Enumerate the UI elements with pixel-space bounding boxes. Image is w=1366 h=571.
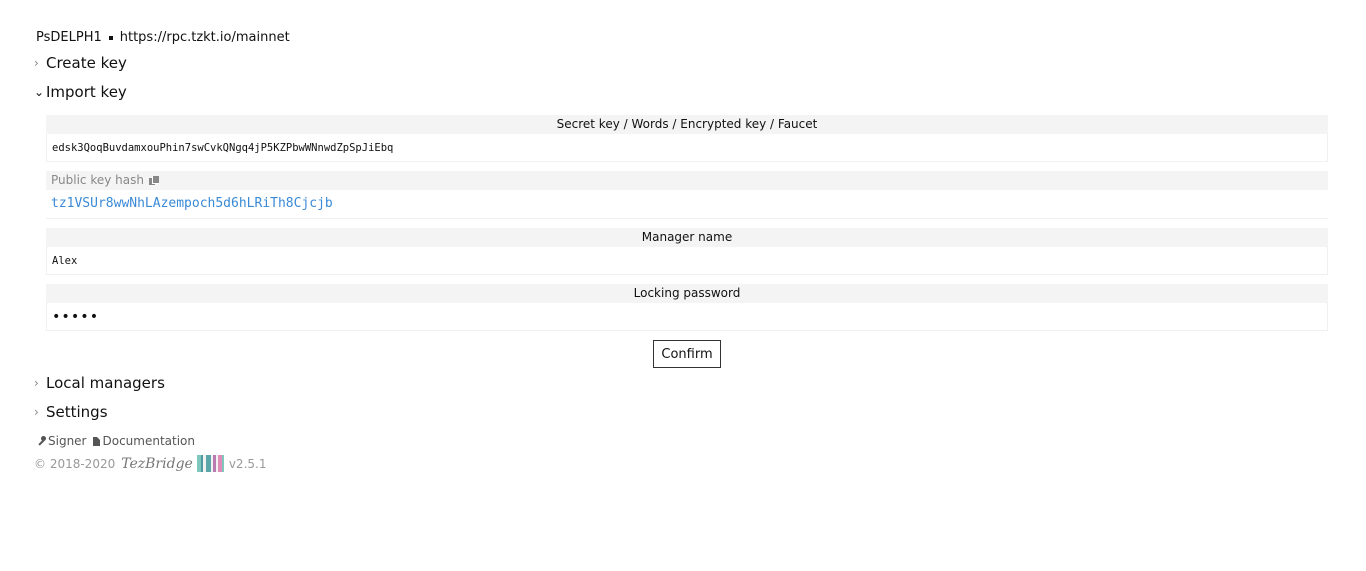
section-settings[interactable]: › Settings bbox=[34, 403, 108, 421]
section-create-key[interactable]: › Create key bbox=[34, 54, 127, 72]
chevron-right-icon: › bbox=[34, 376, 39, 390]
section-local-managers-title: Local managers bbox=[46, 374, 165, 392]
tezbridge-page: PsDELPH1 https://rpc.tzkt.io/mainnet › C… bbox=[0, 0, 1366, 571]
copyright-text: © 2018-2020 bbox=[34, 456, 116, 471]
manager-name-label: Manager name bbox=[46, 228, 1328, 247]
locking-password-input[interactable] bbox=[46, 303, 1328, 331]
copyright-line: © 2018-2020 TezBridge v2.5.1 bbox=[34, 455, 266, 472]
secret-key-label: Secret key / Words / Encrypted key / Fau… bbox=[46, 115, 1328, 134]
secret-key-field: Secret key / Words / Encrypted key / Fau… bbox=[46, 115, 1328, 162]
section-settings-title: Settings bbox=[46, 403, 108, 421]
documentation-link-label: Documentation bbox=[102, 434, 196, 448]
manager-name-field: Manager name bbox=[46, 228, 1328, 275]
chevron-right-icon: › bbox=[34, 56, 39, 70]
file-icon bbox=[92, 436, 100, 446]
rpc-url: https://rpc.tzkt.io/mainnet bbox=[119, 30, 290, 45]
public-key-hash-label-row: Public key hash bbox=[46, 171, 1328, 190]
signer-link[interactable]: Signer bbox=[36, 434, 87, 448]
public-key-hash-field: Public key hash tz1VSUr8wwNhLAzempoch5d6… bbox=[46, 171, 1328, 219]
chevron-down-icon: ⌄ bbox=[34, 85, 45, 99]
chevron-right-icon: › bbox=[34, 405, 39, 419]
copy-icon[interactable] bbox=[148, 175, 159, 186]
locking-password-field: Locking password bbox=[46, 284, 1328, 331]
footer-links: Signer Documentation bbox=[36, 434, 195, 448]
brand-logo-text: TezBridge bbox=[121, 455, 193, 472]
key-icon bbox=[36, 436, 46, 446]
section-local-managers[interactable]: › Local managers bbox=[34, 374, 165, 392]
manager-name-input[interactable] bbox=[46, 247, 1328, 275]
public-key-hash-value: tz1VSUr8wwNhLAzempoch5d6hLRiTh8Cjcjb bbox=[46, 190, 1328, 219]
locking-password-label: Locking password bbox=[46, 284, 1328, 303]
separator-square-icon bbox=[108, 35, 113, 40]
public-key-hash-label: Public key hash bbox=[51, 173, 144, 187]
section-import-key-title: Import key bbox=[46, 83, 127, 101]
brand-logo-stripes bbox=[196, 455, 224, 472]
secret-key-input[interactable] bbox=[46, 134, 1328, 162]
version-label: v2.5.1 bbox=[228, 456, 267, 471]
documentation-link[interactable]: Documentation bbox=[87, 434, 196, 448]
section-create-key-title: Create key bbox=[46, 54, 127, 72]
network-info: PsDELPH1 https://rpc.tzkt.io/mainnet bbox=[36, 30, 290, 45]
confirm-button[interactable]: Confirm bbox=[653, 340, 721, 368]
signer-link-label: Signer bbox=[48, 434, 87, 448]
section-import-key[interactable]: ⌄ Import key bbox=[34, 83, 127, 101]
protocol-label: PsDELPH1 bbox=[36, 30, 102, 45]
